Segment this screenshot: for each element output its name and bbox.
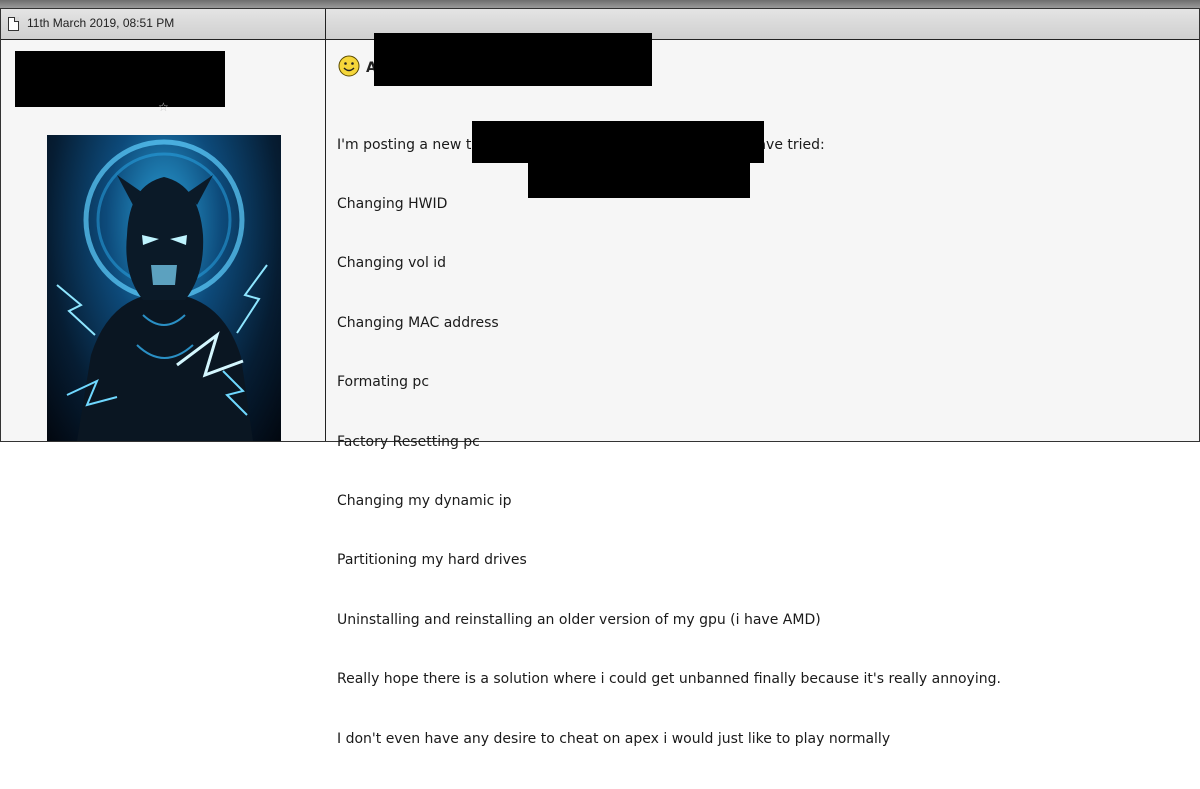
message-line: Formating pc <box>337 374 430 391</box>
avatar <box>47 135 281 441</box>
star-icon: ☆ <box>158 100 169 114</box>
smiley-icon <box>338 55 360 77</box>
redacted-title <box>374 33 652 86</box>
user-info-column: ☆ <box>1 40 325 441</box>
avatar-artwork <box>56 139 268 441</box>
document-icon <box>8 17 19 31</box>
message-column: A I'm posting a new thread of this topic… <box>326 33 1199 747</box>
message-body: I'm posting a new thread of this topic b… <box>337 96 1001 789</box>
message-line: Factory Resetting pc <box>337 433 480 450</box>
message-line: Changing MAC address <box>337 314 499 331</box>
message-line: Uninstalling and reinstalling an older v… <box>337 611 821 628</box>
redacted-hwid-details <box>472 121 764 163</box>
message-line: Partitioning my hard drives <box>337 552 527 569</box>
message-line: Really hope there is a solution where i … <box>337 671 1001 688</box>
post-date: 11th March 2019, 08:51 PM <box>27 16 175 30</box>
top-border-stripe <box>0 0 1200 8</box>
message-line: Changing vol id <box>337 255 447 272</box>
message-line: Changing my dynamic ip <box>337 492 512 509</box>
redacted-username <box>15 51 225 107</box>
forum-post: 11th March 2019, 08:51 PM ☆ A I'm postin… <box>0 8 1200 747</box>
header-divider <box>325 9 326 39</box>
message-line: I don't even have any desire to cheat on… <box>337 730 891 747</box>
redacted-mac-details <box>528 163 750 198</box>
